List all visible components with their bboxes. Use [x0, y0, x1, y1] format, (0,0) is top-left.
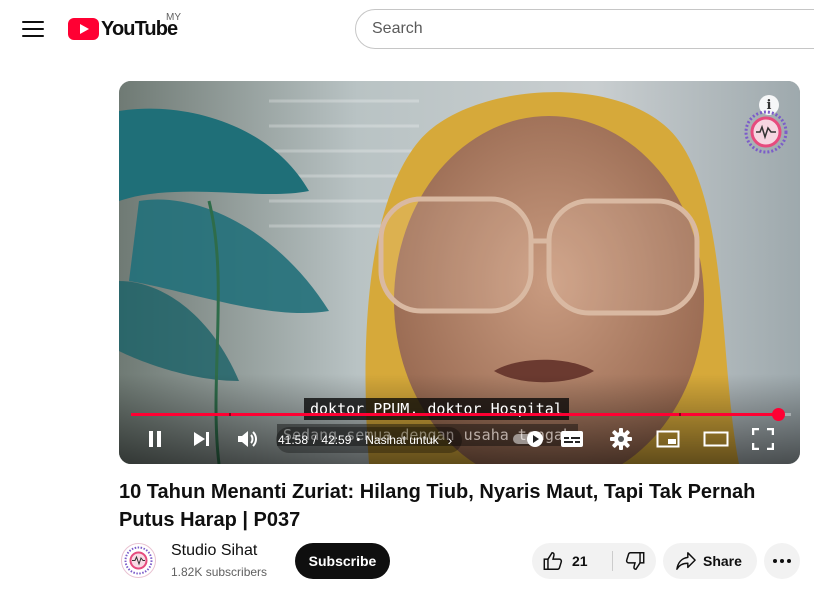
fullscreen-button[interactable]: [751, 427, 775, 451]
subscriber-count: 1.82K subscribers: [171, 565, 268, 579]
pause-button[interactable]: [143, 427, 167, 451]
theater-mode-button[interactable]: [703, 427, 729, 451]
search-input[interactable]: [355, 9, 814, 49]
chapter-marker: [229, 413, 231, 416]
youtube-play-icon: [68, 18, 99, 40]
masthead: YouTube MY: [0, 0, 814, 56]
progress-bar[interactable]: [131, 408, 791, 421]
gear-icon: [610, 428, 632, 450]
chapter-separator: •: [356, 434, 361, 446]
next-button[interactable]: [189, 427, 213, 451]
more-horizontal-icon: [773, 559, 791, 563]
pause-icon: [149, 431, 161, 447]
channel-name[interactable]: Studio Sihat: [171, 542, 257, 560]
time-total: 42:59: [321, 433, 352, 447]
volume-button[interactable]: [235, 427, 261, 451]
settings-button[interactable]: [609, 427, 633, 451]
chevron-right-icon: ›: [447, 432, 453, 448]
miniplayer-icon: [656, 430, 680, 448]
share-icon: [676, 552, 696, 570]
channel-avatar[interactable]: [120, 542, 157, 579]
thumbs-up-icon: [543, 552, 563, 570]
dislike-button[interactable]: [613, 543, 656, 579]
video-title: 10 Tahun Menanti Zuriat: Hilang Tiub, Ny…: [119, 481, 756, 531]
country-code: MY: [166, 12, 181, 23]
like-count: 21: [572, 553, 588, 569]
hamburger-menu-icon[interactable]: [16, 14, 50, 44]
theater-mode-icon: [703, 431, 729, 447]
next-icon: [194, 432, 209, 446]
share-label: Share: [703, 553, 742, 569]
subscribe-button[interactable]: Subscribe: [295, 543, 390, 579]
autoplay-toggle[interactable]: [511, 427, 547, 451]
channel-watermark-logo[interactable]: [743, 109, 789, 155]
time-separator: /: [313, 433, 317, 447]
chapter-marker: [679, 413, 681, 416]
time-display[interactable]: 41:58 / 42:59 • Nasihat untuk ›: [276, 427, 463, 453]
like-dislike-group: 21: [532, 543, 656, 579]
share-button[interactable]: Share: [663, 543, 757, 579]
like-button[interactable]: 21: [532, 543, 612, 579]
volume-icon: [238, 431, 257, 447]
fullscreen-icon: [752, 428, 774, 450]
youtube-logo[interactable]: YouTube: [68, 16, 178, 42]
miniplayer-button[interactable]: [655, 427, 681, 451]
video-player[interactable]: i doktor PPUM, doktor Hospital Sedang se…: [119, 81, 800, 464]
more-actions-button[interactable]: [764, 543, 800, 579]
subtitles-button[interactable]: [559, 427, 585, 451]
time-current: 41:58: [278, 433, 309, 447]
autoplay-toggle-icon: [513, 431, 543, 447]
caption-line: doktor PPUM, doktor Hospital: [304, 398, 569, 420]
thumbs-down-icon: [625, 552, 644, 570]
chapter-title: Nasihat untuk: [365, 433, 439, 447]
scrubber-handle[interactable]: [772, 408, 786, 421]
subtitles-icon: [561, 431, 583, 447]
